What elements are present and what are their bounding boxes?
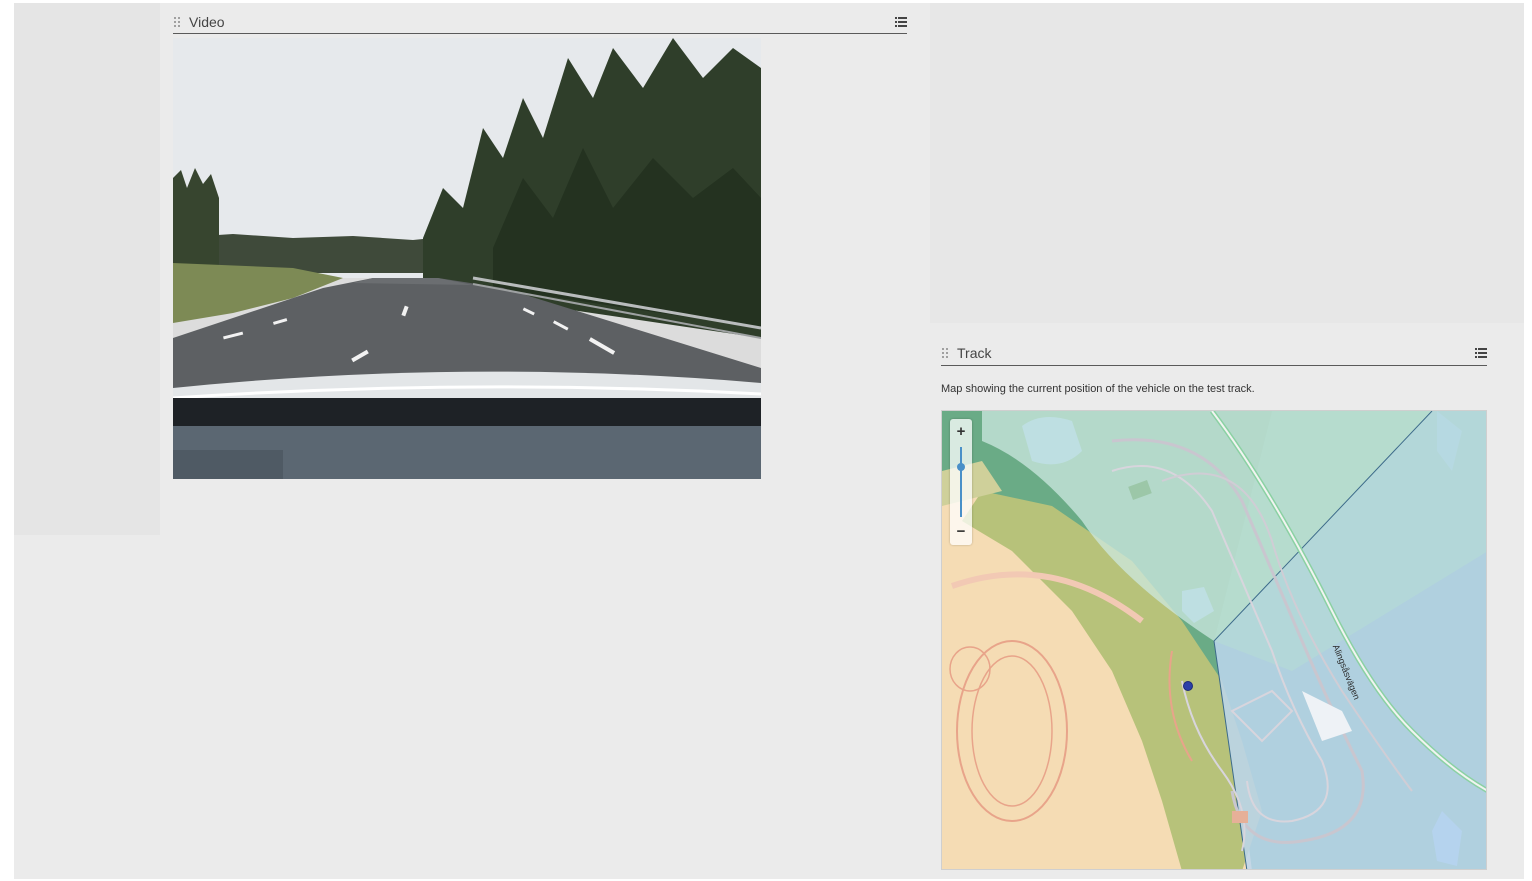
drag-handle-icon[interactable]: [941, 347, 949, 359]
zoom-control: + −: [950, 419, 972, 545]
vehicle-marker: [1183, 681, 1193, 691]
video-panel-header: Video: [173, 10, 907, 34]
zoom-out-button[interactable]: −: [950, 521, 972, 543]
track-panel-title: Track: [957, 345, 992, 361]
left-strip: [14, 3, 160, 535]
drag-handle-icon[interactable]: [173, 16, 181, 28]
video-panel-title: Video: [189, 13, 225, 30]
track-caption: Map showing the current position of the …: [941, 383, 1255, 395]
track-map[interactable]: + − Alingsåsvägen: [941, 410, 1487, 870]
empty-panel-area: [930, 3, 1524, 323]
video-player[interactable]: [173, 38, 761, 479]
zoom-slider-track[interactable]: [960, 447, 962, 517]
zoom-in-button[interactable]: +: [950, 421, 972, 443]
list-menu-icon[interactable]: [1475, 348, 1487, 358]
list-menu-icon[interactable]: [895, 16, 907, 27]
zoom-slider-handle[interactable]: [957, 463, 965, 471]
track-panel-header: Track: [941, 341, 1487, 366]
